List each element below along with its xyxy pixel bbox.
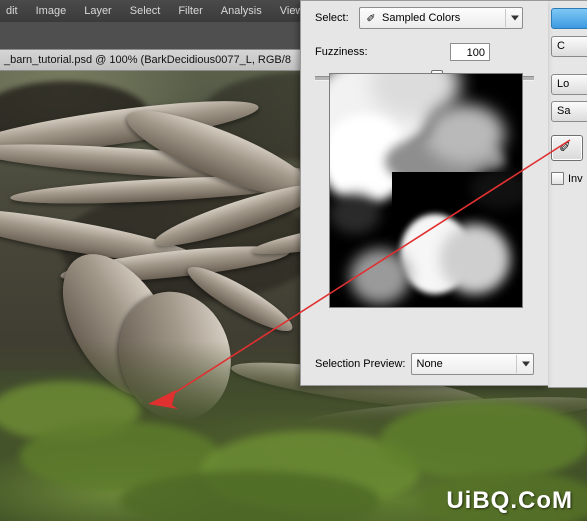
dropdown-separator — [505, 9, 506, 27]
fuzziness-row: Fuzziness: 100 — [301, 43, 548, 61]
select-row: Select: ✐ Sampled Colors — [301, 7, 548, 29]
selection-preview-row: Selection Preview: None — [301, 353, 548, 375]
dialog-buttons: C Lo Sa ✐ — [551, 0, 587, 200]
fuzziness-label: Fuzziness: — [315, 46, 368, 58]
menu-item-filter[interactable]: Filter — [169, 3, 211, 19]
menu-item-select[interactable]: Select — [121, 3, 170, 19]
dropdown-separator — [516, 355, 517, 373]
screenshot-root: dit Image Layer Select Filter Analysis V… — [0, 0, 587, 521]
load-button[interactable]: Lo — [551, 74, 587, 95]
invert-checkbox[interactable] — [551, 172, 564, 185]
selection-preview-value: None — [416, 358, 443, 370]
eyedropper-icon: ✐ — [559, 139, 571, 155]
eyedropper-button[interactable]: ✐ — [551, 135, 583, 161]
mask-region — [470, 169, 522, 209]
menu-item-image[interactable]: Image — [27, 3, 76, 19]
document-title-text: _barn_tutorial.psd @ 100% (BarkDecidious… — [4, 54, 291, 66]
mask-region — [425, 104, 505, 164]
mask-region — [350, 249, 410, 304]
selection-preview-label: Selection Preview: — [315, 358, 406, 370]
invert-label: Inv — [568, 172, 583, 185]
eyedropper-icon: ✐ — [366, 12, 376, 25]
fuzziness-input[interactable]: 100 — [450, 43, 490, 61]
select-dropdown[interactable]: ✐ Sampled Colors — [359, 7, 523, 29]
moss-patch — [380, 401, 587, 481]
mask-region — [330, 194, 380, 234]
chevron-down-icon — [522, 361, 530, 367]
save-button[interactable]: Sa — [551, 101, 587, 122]
menu-item-analysis[interactable]: Analysis — [212, 3, 271, 19]
invert-checkbox-row[interactable]: Inv — [551, 172, 583, 185]
mask-preview[interactable] — [329, 73, 523, 308]
watermark-text: UiBQ.CoM — [446, 487, 573, 514]
cancel-button[interactable]: C — [551, 36, 587, 57]
chevron-down-icon — [511, 15, 519, 21]
select-dropdown-value: Sampled Colors — [382, 12, 461, 24]
select-label: Select: — [315, 12, 349, 24]
selection-preview-dropdown[interactable]: None — [410, 353, 534, 375]
mask-region — [440, 224, 510, 294]
watermark: UiBQ.CoM — [446, 487, 573, 515]
menu-item-layer[interactable]: Layer — [75, 3, 121, 19]
ok-button[interactable] — [551, 8, 587, 29]
menu-item-edit[interactable]: dit — [0, 3, 27, 19]
